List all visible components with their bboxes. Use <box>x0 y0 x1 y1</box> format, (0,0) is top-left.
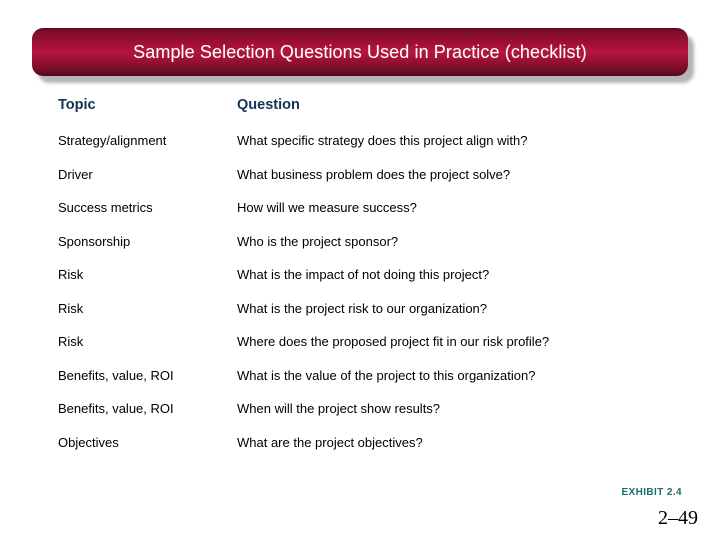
cell-question: What is the impact of not doing this pro… <box>237 267 490 282</box>
checklist-table: Topic Question Strategy/alignment What sp… <box>58 98 686 469</box>
table-row: Risk What is the project risk to our orga… <box>58 302 686 336</box>
cell-question: What are the project objectives? <box>237 434 423 450</box>
cell-question: Where does the proposed project fit in o… <box>237 334 550 349</box>
table-row: Success metrics How will we measure succe… <box>58 201 686 235</box>
table-row: Objectives What are the project objective… <box>58 436 686 470</box>
cell-topic: Sponsorship <box>58 233 131 249</box>
cell-topic: Driver <box>58 166 93 182</box>
table-header-row: Topic Question <box>58 98 686 134</box>
page-number: 2–49 <box>658 507 698 529</box>
cell-question: What is the value of the project to this… <box>237 367 536 383</box>
table-row: Benefits, value, ROI When will the projec… <box>58 402 686 436</box>
cell-topic: Success metrics <box>58 200 153 215</box>
exhibit-label: EXHIBIT 2.4 <box>621 487 682 498</box>
table-row: Benefits, value, ROI What is the value of… <box>58 369 686 403</box>
table-header: Topic Question <box>58 98 686 134</box>
table-row: Risk What is the impact of not doing this… <box>58 268 686 302</box>
table-row: Strategy/alignment What specific strategy… <box>58 134 686 168</box>
cell-question: What business problem does the project s… <box>237 166 511 182</box>
cell-question: Who is the project sponsor? <box>237 233 399 249</box>
table-body: Strategy/alignment What specific strategy… <box>58 134 686 469</box>
cell-topic: Risk <box>58 300 84 316</box>
table-row: Driver What business problem does the pro… <box>58 168 686 202</box>
slide-title-banner: Sample Selection Questions Used in Pract… <box>32 28 688 76</box>
cell-question: When will the project show results? <box>237 401 441 416</box>
cell-topic: Strategy/alignment <box>58 133 167 148</box>
column-header-question: Question <box>237 97 300 113</box>
column-header-topic: Topic <box>58 97 96 113</box>
cell-topic: Benefits, value, ROI <box>58 367 174 383</box>
table-row: Sponsorship Who is the project sponsor? <box>58 235 686 269</box>
cell-question: What specific strategy does this project… <box>237 133 528 148</box>
cell-topic: Risk <box>58 267 84 282</box>
cell-topic: Benefits, value, ROI <box>58 401 174 416</box>
cell-question: How will we measure success? <box>237 200 417 215</box>
cell-topic: Risk <box>58 334 84 349</box>
cell-question: What is the project risk to our organiza… <box>237 300 488 316</box>
cell-topic: Objectives <box>58 434 119 450</box>
table-row: Risk Where does the proposed project fit … <box>58 335 686 369</box>
slide-title: Sample Selection Questions Used in Pract… <box>133 42 587 62</box>
